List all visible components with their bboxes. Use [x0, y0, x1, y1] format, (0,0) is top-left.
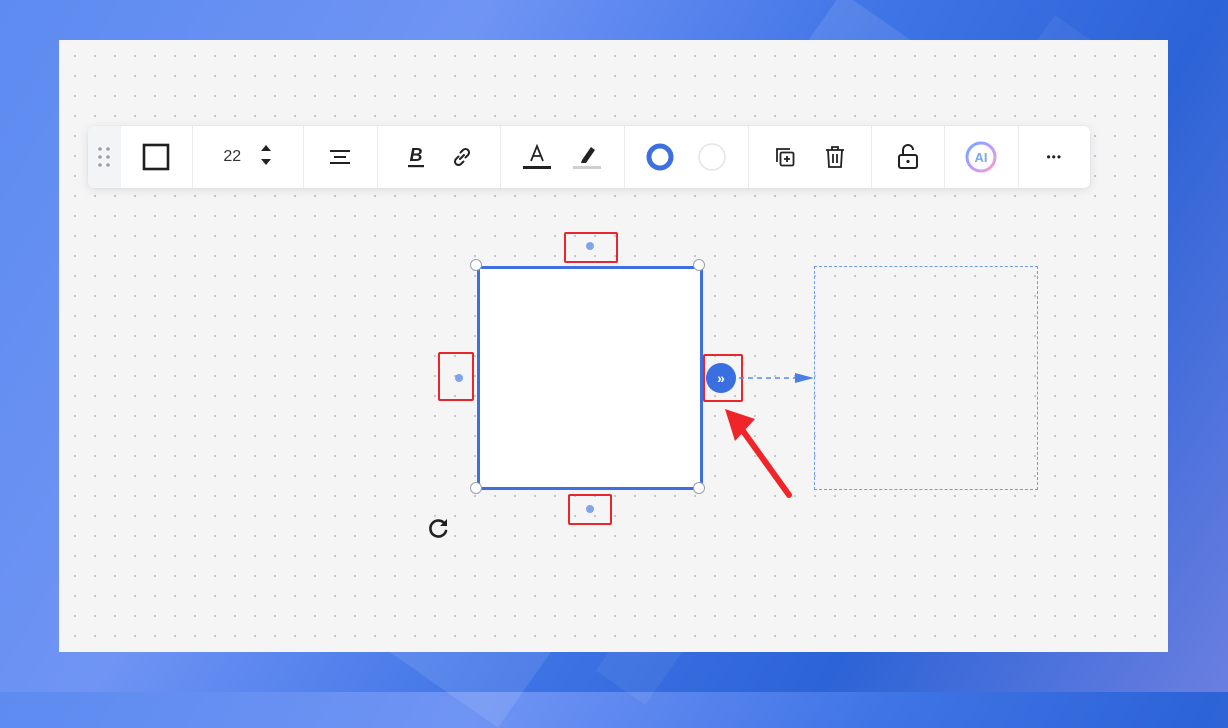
connector-button[interactable]: »	[706, 363, 736, 393]
bold-button[interactable]: B	[398, 139, 434, 175]
rotate-icon[interactable]	[426, 516, 452, 542]
whiteboard-canvas[interactable]: 22 B AI ••• »	[59, 40, 1168, 652]
text-format-group: B	[378, 126, 501, 188]
highlight-box-left	[438, 352, 474, 401]
link-icon	[453, 147, 470, 167]
font-size-stepper[interactable]	[259, 141, 273, 174]
highlight-box-top	[564, 232, 618, 263]
duplicate-icon	[775, 148, 795, 167]
svg-text:B: B	[409, 145, 422, 165]
up-down-chevron-icon	[261, 144, 272, 165]
resize-handle-bottom-left[interactable]	[470, 482, 482, 494]
resize-handle-top-left[interactable]	[470, 259, 482, 271]
lock-button[interactable]	[890, 139, 926, 175]
preview-shape-box	[814, 266, 1038, 490]
drag-dots-icon	[98, 147, 111, 167]
dashed-connector-arrow	[739, 373, 814, 383]
more-group: •••	[1019, 126, 1090, 188]
more-dots-icon: •••	[1046, 150, 1063, 164]
drag-handle[interactable]	[88, 126, 121, 188]
duplicate-button[interactable]	[767, 139, 803, 175]
ai-group: AI	[945, 126, 1019, 188]
square-shape[interactable]	[477, 266, 703, 490]
align-button[interactable]	[322, 139, 358, 175]
shape-type-button[interactable]	[138, 139, 174, 175]
selected-shape-wrapper	[470, 259, 705, 494]
resize-handle-bottom-right[interactable]	[693, 482, 705, 494]
unlock-icon	[897, 144, 918, 169]
font-size-value[interactable]: 22	[223, 148, 241, 166]
text-color-icon	[523, 143, 552, 169]
highlighter-icon	[573, 147, 602, 169]
align-center-icon	[330, 150, 351, 164]
highlight-box-bottom	[568, 494, 612, 525]
align-group	[304, 126, 378, 188]
text-color-button[interactable]	[519, 139, 555, 175]
svg-text:AI: AI	[975, 150, 988, 165]
square-shape-icon	[143, 143, 170, 171]
resize-handle-top-right[interactable]	[693, 259, 705, 271]
shape-type-group	[121, 126, 194, 188]
trash-icon	[825, 146, 844, 168]
color-text-group	[501, 126, 625, 188]
highlight-button[interactable]	[569, 139, 605, 175]
double-chevron-right-icon: »	[717, 370, 725, 386]
bold-icon: B	[407, 145, 424, 168]
edit-group	[749, 126, 872, 188]
delete-button[interactable]	[817, 139, 853, 175]
ai-button[interactable]: AI	[963, 139, 999, 175]
lock-group	[872, 126, 946, 188]
ai-icon: AI	[965, 141, 997, 173]
link-button[interactable]	[444, 139, 480, 175]
more-button[interactable]: •••	[1036, 139, 1072, 175]
fill-color-button[interactable]	[694, 139, 730, 175]
shape-color-group	[625, 126, 749, 188]
shape-toolbar: 22 B AI •••	[88, 126, 1090, 188]
blue-ring-icon	[646, 143, 674, 171]
white-circle-icon	[698, 143, 726, 171]
border-color-button[interactable]	[642, 139, 678, 175]
font-size-group: 22	[193, 126, 305, 188]
red-arrow-pointer-icon	[725, 409, 792, 498]
